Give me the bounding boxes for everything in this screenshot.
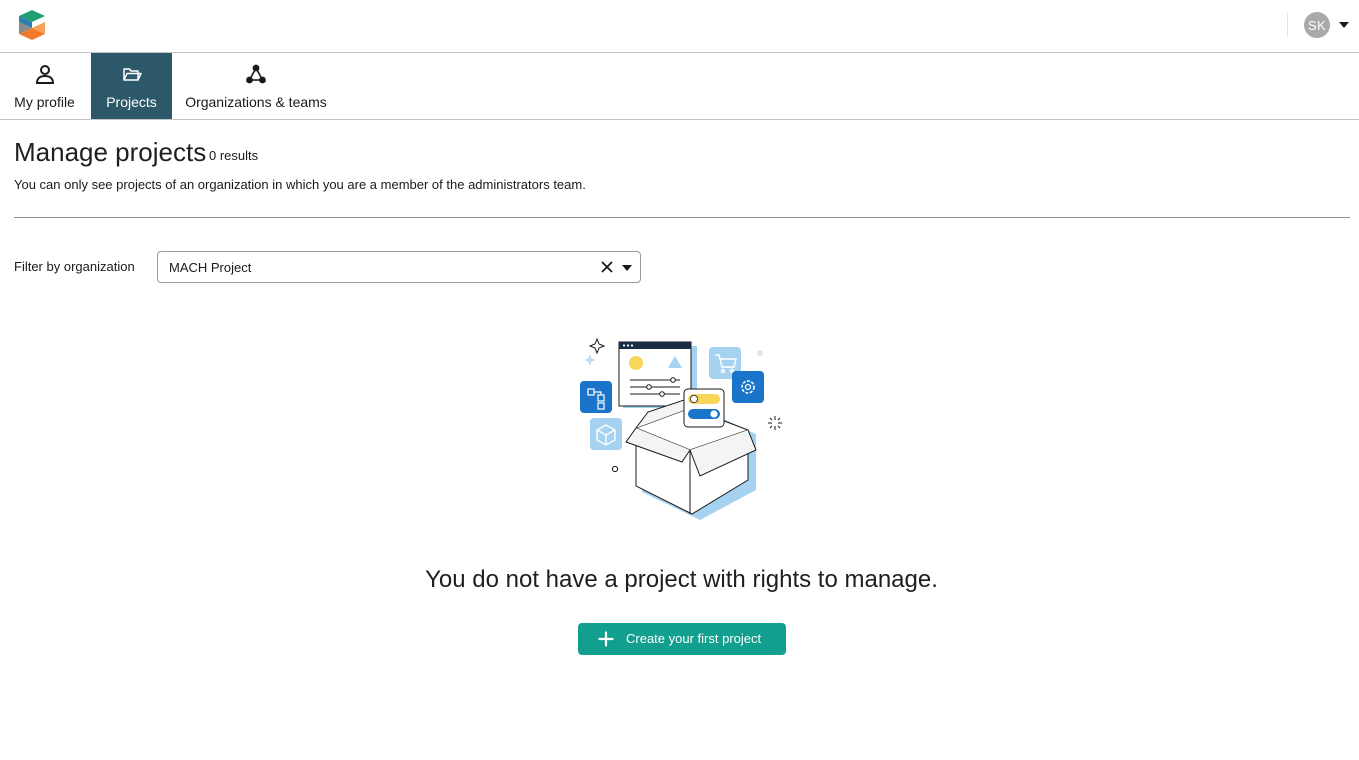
page-subtitle: You can only see projects of an organiza…	[14, 177, 586, 192]
tab-my-profile[interactable]: My profile	[0, 53, 89, 119]
product-logo[interactable]	[18, 10, 46, 40]
section-divider	[14, 217, 1350, 218]
filter-selected-value: MACH Project	[169, 260, 252, 275]
tab-label: Projects	[106, 94, 157, 110]
organization-filter-select[interactable]: MACH Project	[157, 251, 641, 283]
top-header: SK	[0, 0, 1359, 53]
tab-organizations-teams[interactable]: Organizations & teams	[177, 53, 335, 119]
header-divider	[1287, 13, 1288, 37]
results-count: 0 results	[209, 148, 259, 163]
network-icon	[246, 64, 266, 84]
tab-projects[interactable]: Projects	[91, 53, 172, 119]
empty-state-message: You do not have a project with rights to…	[425, 566, 938, 593]
create-first-project-button[interactable]: Create your first project	[578, 623, 786, 655]
folder-open-icon	[122, 68, 142, 81]
page-title: Manage projects	[14, 137, 207, 167]
tab-label: Organizations & teams	[185, 94, 327, 110]
tab-label: My profile	[14, 94, 75, 110]
user-icon	[35, 65, 54, 84]
caret-down-icon[interactable]	[622, 265, 632, 271]
plus-icon	[598, 631, 614, 647]
main-nav: My profile Projects Organizations & team…	[0, 53, 1359, 120]
user-avatar[interactable]: SK	[1304, 12, 1330, 38]
open-box-illustration	[580, 337, 782, 520]
close-icon[interactable]	[600, 260, 614, 274]
create-button-label: Create your first project	[626, 631, 762, 646]
filter-label: Filter by organization	[14, 259, 135, 274]
caret-down-icon[interactable]	[1339, 22, 1349, 28]
